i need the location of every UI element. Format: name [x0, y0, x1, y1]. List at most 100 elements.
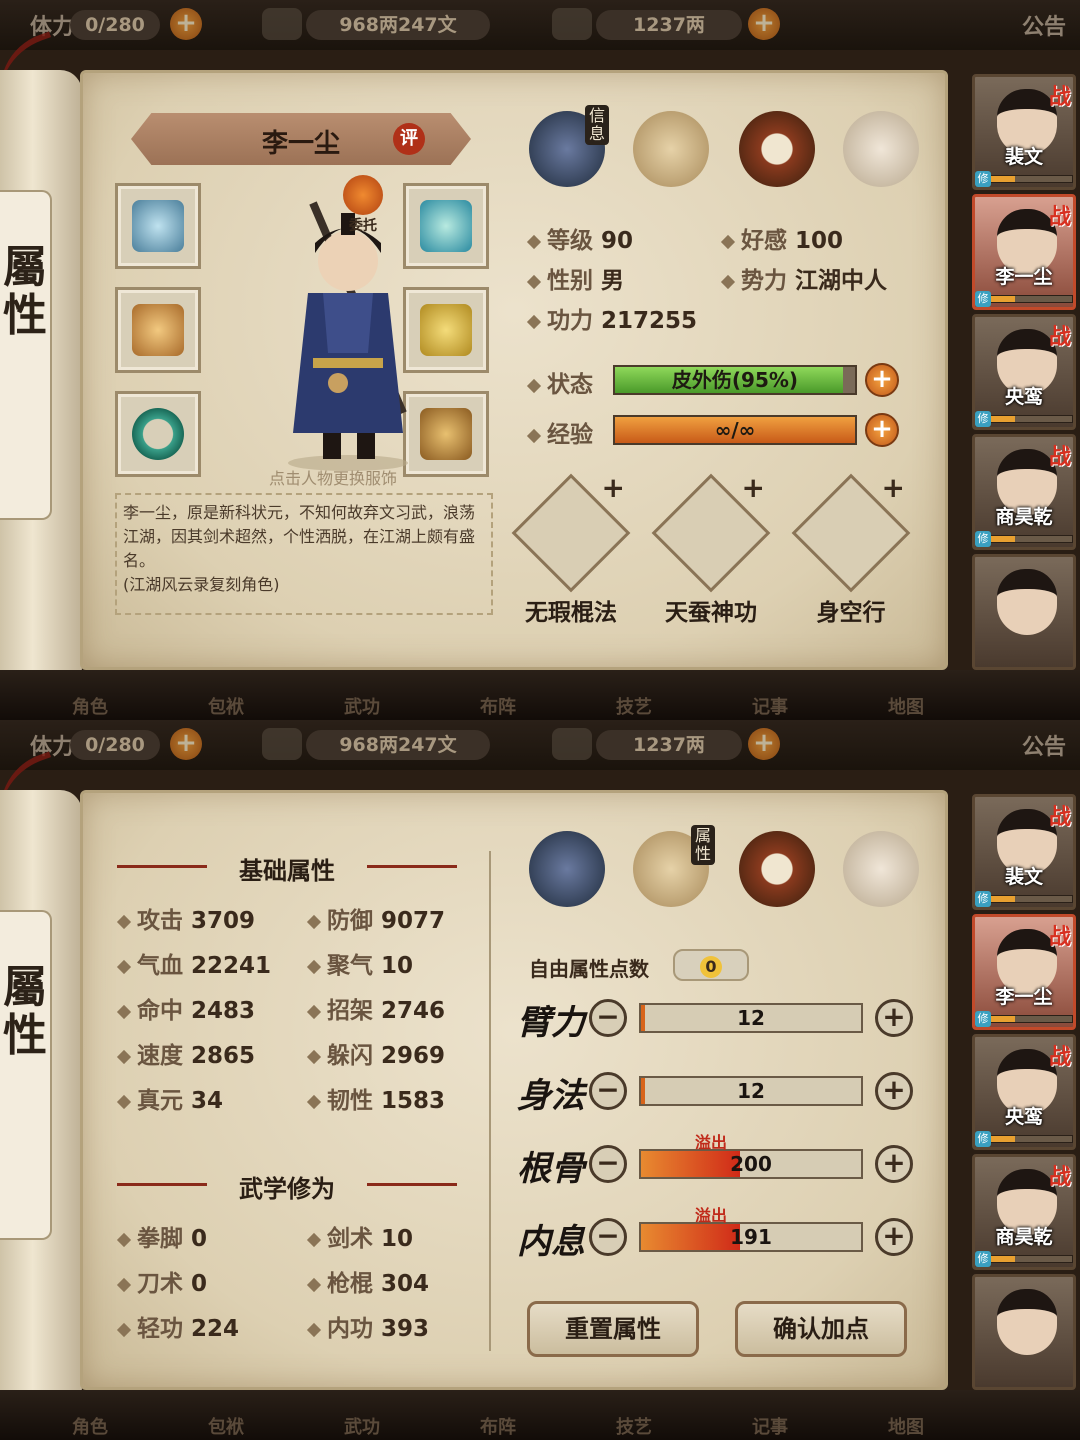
nav-item[interactable]: 武功	[342, 1418, 382, 1438]
nav-item[interactable]: 角色	[70, 1418, 110, 1438]
nav-item[interactable]: 布阵	[478, 1418, 518, 1438]
hero-card[interactable]: 战央鸾修	[972, 314, 1076, 430]
add-stamina-button[interactable]: +	[170, 8, 202, 40]
attribute-side-tab[interactable]: 屬性	[0, 910, 52, 1240]
point-bar: 191	[639, 1222, 863, 1252]
skill-1-name: 无瑕棍法	[525, 600, 617, 626]
tab-attributes[interactable]	[633, 111, 709, 187]
decrease-point-button[interactable]: −	[589, 1145, 627, 1183]
attribute-item: 气血 22241	[116, 946, 271, 980]
equip-slot-ring[interactable]	[115, 391, 201, 477]
skill-slot-2[interactable]: + 天蚕神功	[651, 471, 771, 627]
hero-portrait	[997, 1289, 1057, 1355]
decrease-point-button[interactable]: −	[589, 1072, 627, 1110]
nav-item[interactable]: 记事	[750, 1418, 790, 1438]
nav-item[interactable]: 记事	[750, 698, 790, 718]
notice-button[interactable]: 公告	[1022, 729, 1066, 761]
tab-meridian[interactable]	[843, 831, 919, 907]
attribute-item: 枪棍 304	[306, 1264, 430, 1298]
skill-slot-3[interactable]: + 身空行	[791, 471, 911, 627]
nav-item[interactable]: 技艺	[614, 698, 654, 718]
nav-item[interactable]: 角色	[70, 698, 110, 718]
nav-item[interactable]: 技艺	[614, 1418, 654, 1438]
increase-point-button[interactable]: +	[875, 1072, 913, 1110]
add-exp-button[interactable]: +	[865, 413, 899, 447]
attribute-value: 304	[381, 1271, 430, 1297]
attribute-value: 34	[191, 1088, 224, 1114]
point-value: 12	[737, 1079, 765, 1103]
add-gold-button[interactable]: +	[748, 8, 780, 40]
notice-button[interactable]: 公告	[1022, 9, 1066, 41]
stat-favor: 好感 100	[720, 221, 844, 255]
point-name: 内息	[517, 1222, 585, 1262]
battle-badge: 战	[1048, 445, 1071, 470]
increase-point-button[interactable]: +	[875, 1218, 913, 1256]
battle-badge: 战	[1048, 1165, 1071, 1190]
sword-icon	[132, 200, 184, 252]
bottom-nav: 角色 包袱 武功 布阵 技艺 记事 地图	[0, 1390, 1080, 1440]
skill-slot-1[interactable]: + 无瑕棍法	[511, 471, 631, 627]
attribute-value: 1583	[381, 1088, 446, 1114]
nav-item[interactable]: 地图	[886, 698, 926, 718]
hero-card[interactable]: 战商昊乾修	[972, 434, 1076, 550]
attribute-side-tab[interactable]: 屬性	[0, 190, 52, 520]
attribute-value: 2746	[381, 998, 446, 1024]
add-gold-button[interactable]: +	[748, 728, 780, 760]
tab-info[interactable]	[529, 831, 605, 907]
nav-item[interactable]: 武功	[342, 698, 382, 718]
status-label: 状态	[526, 365, 593, 399]
hero-card[interactable]: 战李一尘修	[972, 194, 1076, 310]
hero-card[interactable]	[972, 554, 1076, 670]
stat-level-value: 90	[601, 228, 634, 254]
cultivation-bar	[989, 535, 1073, 543]
attribute-value: 2483	[191, 998, 256, 1024]
point-value: 191	[730, 1225, 772, 1249]
add-stamina-button[interactable]: +	[170, 728, 202, 760]
stamina-value: 0/280	[70, 730, 160, 760]
point-value: 200	[730, 1152, 772, 1176]
rate-button[interactable]: 评	[393, 123, 425, 155]
hero-card[interactable]: 战裴文修	[972, 794, 1076, 910]
nav-item[interactable]: 包袱	[206, 698, 246, 718]
attribute-item: 防御 9077	[306, 901, 445, 935]
copper-icon	[262, 728, 302, 760]
skill-3-plus: +	[881, 471, 905, 504]
reset-attributes-button[interactable]: 重置属性	[527, 1301, 699, 1357]
hero-card[interactable]: 战商昊乾修	[972, 1154, 1076, 1270]
nav-item[interactable]: 地图	[886, 1418, 926, 1438]
hero-card[interactable]: 战央鸾修	[972, 1034, 1076, 1150]
increase-point-button[interactable]: +	[875, 1145, 913, 1183]
attribute-screen: 体力 0/280 + 968两247文 1237两 + 公告 屬性 基础属性 攻…	[0, 720, 1080, 1440]
equip-slot-accessory[interactable]	[115, 287, 201, 373]
nav-item[interactable]: 布阵	[478, 698, 518, 718]
tab-formation[interactable]	[739, 111, 815, 187]
hero-name: 裴文	[1004, 866, 1043, 888]
delegate-button[interactable]: 委托	[341, 175, 385, 235]
attribute-value: 2969	[381, 1043, 446, 1069]
tab-attributes-label: 属性	[691, 825, 715, 865]
stat-favor-value: 100	[795, 228, 844, 254]
nav-item[interactable]: 包袱	[206, 1418, 246, 1438]
equip-slot-weapon[interactable]	[115, 183, 201, 269]
costume-hint: 点击人物更换服饰	[268, 469, 397, 488]
free-points-value: 0	[673, 949, 749, 981]
stat-power: 功力 217255	[526, 301, 697, 335]
decrease-point-button[interactable]: −	[589, 1218, 627, 1256]
heal-button[interactable]: +	[865, 363, 899, 397]
side-scroll: 屬性	[0, 751, 88, 1410]
battle-badge: 战	[1048, 925, 1071, 950]
hero-card[interactable]: 战裴文修	[972, 74, 1076, 190]
tab-formation[interactable]	[739, 831, 815, 907]
hero-card[interactable]	[972, 1274, 1076, 1390]
increase-point-button[interactable]: +	[875, 999, 913, 1037]
point-bar: 12	[639, 1076, 863, 1106]
divider	[489, 851, 491, 1351]
confirm-points-button[interactable]: 确认加点	[735, 1301, 907, 1357]
attribute-panel: 基础属性 攻击 3709 防御 9077 气血 22241 聚气 10 命中 2483 招…	[80, 790, 948, 1390]
decrease-point-button[interactable]: −	[589, 999, 627, 1037]
tab-meridian[interactable]	[843, 111, 919, 187]
side-scroll: 屬性	[0, 31, 88, 690]
hero-portrait	[997, 569, 1057, 635]
hero-card[interactable]: 战李一尘修	[972, 914, 1076, 1030]
battle-badge: 战	[1048, 205, 1071, 230]
